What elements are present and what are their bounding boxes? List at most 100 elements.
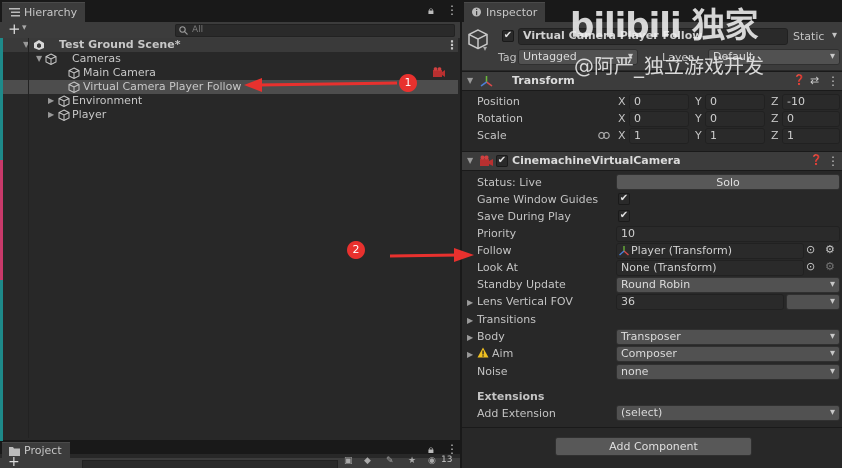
annotation-arrow-2 [390, 248, 474, 262]
save-during-play-checkbox[interactable]: ✔ [618, 210, 630, 222]
add-button[interactable]: + [8, 454, 20, 468]
settings-icon[interactable]: ✎ [386, 456, 394, 466]
star-icon[interactable]: ★ [408, 456, 416, 466]
visibility-icon[interactable]: ◉ [428, 456, 436, 466]
component-menu-icon[interactable]: ⋮ [827, 74, 839, 88]
lens-fov-field[interactable]: 36 [616, 294, 784, 310]
component-menu-icon[interactable]: ⋮ [827, 154, 839, 168]
position-x-field[interactable]: 0 [629, 94, 689, 110]
add-dropdown-icon[interactable]: ▾ [22, 23, 27, 33]
static-dropdown-icon[interactable]: ▾ [832, 30, 837, 41]
add-extension-dropdown[interactable]: (select) [616, 405, 840, 421]
lens-preset-dropdown[interactable] [786, 294, 840, 310]
axis-x-label[interactable]: X [618, 128, 626, 144]
cinemachine-header[interactable]: ▼ ✔ CinemachineVirtualCamera ❓ ⋮ [462, 151, 842, 171]
author-watermark: @阿严_独立游戏开发 [574, 54, 764, 78]
priority-field[interactable]: 10 [616, 226, 840, 242]
collapse-arrow-icon[interactable]: ▶ [467, 333, 473, 342]
collapse-arrow-icon[interactable]: ▶ [48, 94, 54, 108]
hierarchy-item-environment[interactable]: ▶ Environment [2, 94, 458, 108]
gear-icon[interactable]: ⚙ [825, 260, 835, 273]
object-active-checkbox[interactable]: ✔ [502, 30, 514, 42]
lock-icon[interactable]: 🔒︎ [428, 443, 434, 457]
annotation-badge-2: 2 [347, 241, 365, 259]
gameobject-cube-icon [68, 81, 80, 93]
scene-menu-icon[interactable]: ⋮ [446, 38, 458, 52]
search-input[interactable]: All [175, 24, 455, 37]
position-y-field[interactable]: 0 [705, 94, 765, 110]
more-options-icon[interactable]: ⋮ [446, 3, 458, 17]
axis-z-label[interactable]: Z [771, 128, 779, 144]
collapse-arrow-icon[interactable]: ▶ [467, 350, 473, 359]
search-placeholder: All [192, 25, 204, 35]
object-picker-icon[interactable]: ⊙ [806, 243, 815, 256]
gear-icon[interactable]: ⚙ [825, 243, 835, 256]
look-at-field[interactable]: None (Transform) [616, 260, 804, 276]
cinemachine-brain-icon [433, 67, 445, 77]
game-window-guides-label: Game Window Guides [477, 193, 599, 206]
scene-row[interactable]: ▼ Test Ground Scene* ⋮ [2, 38, 458, 52]
aim-label[interactable]: Aim [492, 345, 513, 362]
collapse-arrow-icon[interactable]: ▶ [467, 316, 473, 325]
standby-update-label: Standby Update [477, 278, 566, 291]
hierarchy-item-player[interactable]: ▶ Player [2, 108, 458, 122]
project-search-input[interactable] [82, 460, 338, 468]
axis-y-label[interactable]: Y [695, 94, 702, 110]
hierarchy-tabbar: Hierarchy 🔒︎ ⋮ [0, 0, 460, 22]
tab-inspector[interactable]: Inspector [464, 2, 546, 22]
position-z-field[interactable]: -10 [782, 94, 840, 110]
scale-z-field[interactable]: 1 [782, 128, 840, 144]
static-label[interactable]: Static [793, 30, 824, 43]
expand-arrow-icon[interactable]: ▼ [36, 52, 42, 66]
transitions-label[interactable]: Transitions [477, 311, 536, 328]
axis-z-label[interactable]: Z [771, 111, 779, 127]
body-dropdown[interactable]: Transposer [616, 329, 840, 345]
axis-y-label[interactable]: Y [695, 128, 702, 144]
hierarchy-item-cameras[interactable]: ▼ Cameras [2, 52, 458, 66]
aim-dropdown[interactable]: Composer [616, 346, 840, 362]
scale-x-field[interactable]: 1 [629, 128, 689, 144]
preset-icon[interactable]: ⇄ [810, 74, 819, 87]
filter-icon[interactable]: ▣ [344, 456, 353, 466]
hierarchy-item-label: Player [72, 108, 107, 121]
noise-dropdown[interactable]: none [616, 364, 840, 380]
unity-scene-icon [34, 40, 44, 50]
rotation-x-field[interactable]: 0 [629, 111, 689, 127]
axis-y-label[interactable]: Y [695, 111, 702, 127]
axis-x-label[interactable]: X [618, 94, 626, 110]
rotation-y-field[interactable]: 0 [705, 111, 765, 127]
collapse-arrow-icon[interactable]: ▶ [467, 298, 473, 307]
help-icon[interactable]: ❓ [810, 155, 822, 166]
bilibili-logo-watermark: bilibili 独家 [570, 6, 758, 46]
hierarchy-item-label: Virtual Camera Player Follow [83, 80, 242, 93]
axis-x-label[interactable]: X [618, 111, 626, 127]
fold-arrow-icon[interactable]: ▼ [467, 76, 473, 85]
tab-hierarchy[interactable]: Hierarchy [2, 2, 86, 22]
scale-y-field[interactable]: 1 [705, 128, 765, 144]
lock-icon[interactable]: 🔒︎ [428, 4, 434, 18]
add-button[interactable]: + [8, 20, 21, 38]
position-label: Position [477, 95, 520, 108]
follow-field[interactable]: Player (Transform) [616, 243, 804, 259]
info-icon [471, 7, 482, 17]
more-options-icon[interactable]: ⋮ [446, 442, 458, 456]
search-icon [179, 26, 188, 35]
axis-z-label[interactable]: Z [771, 94, 779, 110]
help-icon[interactable]: ❓ [793, 75, 805, 86]
standby-update-dropdown[interactable]: Round Robin [616, 277, 840, 293]
add-component-button[interactable]: Add Component [555, 437, 752, 456]
collapse-arrow-icon[interactable]: ▶ [48, 108, 54, 122]
label-icon[interactable]: ◆ [364, 456, 371, 466]
body-label[interactable]: Body [477, 328, 505, 345]
gameobject-cube-icon [68, 67, 80, 79]
solo-button[interactable]: Solo [616, 174, 840, 190]
game-window-guides-checkbox[interactable]: ✔ [618, 193, 630, 205]
add-extension-label: Add Extension [477, 407, 556, 420]
link-icon[interactable] [598, 131, 610, 140]
object-picker-icon[interactable]: ⊙ [806, 260, 815, 273]
rotation-z-field[interactable]: 0 [782, 111, 840, 127]
icon-picker-dropdown-icon[interactable]: ▾ [483, 44, 487, 53]
cinemachine-enabled-checkbox[interactable]: ✔ [496, 155, 508, 167]
fold-arrow-icon[interactable]: ▼ [467, 156, 473, 165]
project-panel: Project 🔒︎ ⋮ + ▣ ◆ ✎ ★ ◉ 13 [0, 441, 460, 468]
